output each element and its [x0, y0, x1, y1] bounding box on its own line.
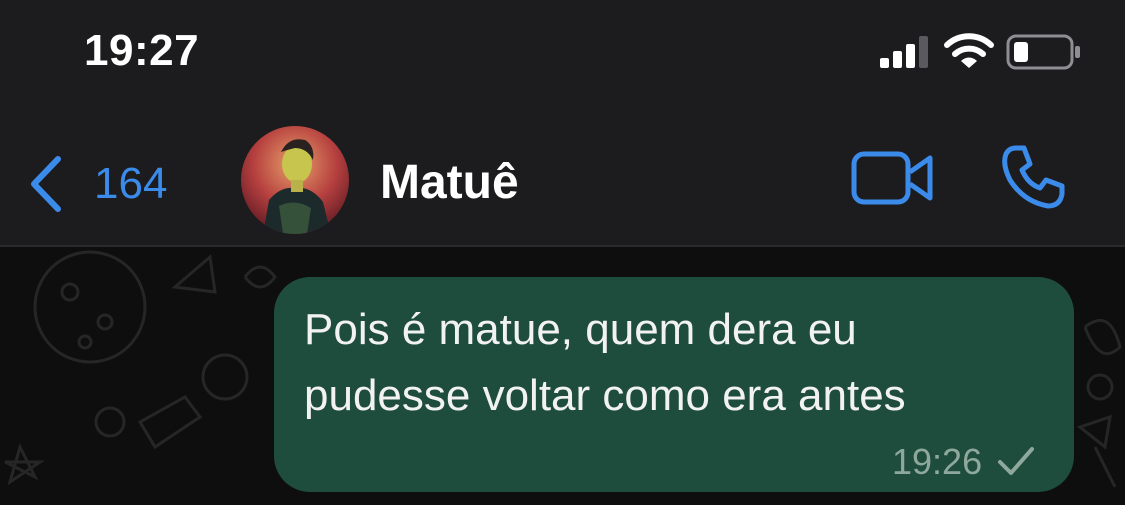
wifi-icon — [944, 33, 994, 68]
video-call-icon[interactable] — [850, 148, 934, 208]
status-time: 19:27 — [84, 26, 200, 75]
message-text-line-1: Pois é matue, quem dera eu — [304, 305, 857, 354]
message-text-line-2: pudesse voltar como era antes — [304, 371, 906, 420]
chat-area[interactable]: Pois é matue, quem dera eu pudesse volta… — [0, 245, 1125, 505]
unread-count: 164 — [94, 159, 168, 208]
signal-icon — [880, 36, 928, 68]
message-time: 19:26 — [892, 441, 983, 482]
chat-header: 164 Matuê — [0, 120, 1125, 245]
avatar[interactable] — [241, 126, 349, 234]
outgoing-message-bubble[interactable]: Pois é matue, quem dera eu pudesse volta… — [274, 277, 1074, 492]
top-bar: 19:27 164 Matuê — [0, 0, 1125, 245]
back-button[interactable]: 164 — [28, 154, 167, 214]
chevron-left-icon — [31, 156, 61, 212]
battery-icon — [1006, 34, 1080, 70]
phone-icon[interactable] — [1000, 144, 1066, 210]
single-check-icon — [998, 447, 1034, 475]
contact-name[interactable]: Matuê — [380, 155, 519, 210]
